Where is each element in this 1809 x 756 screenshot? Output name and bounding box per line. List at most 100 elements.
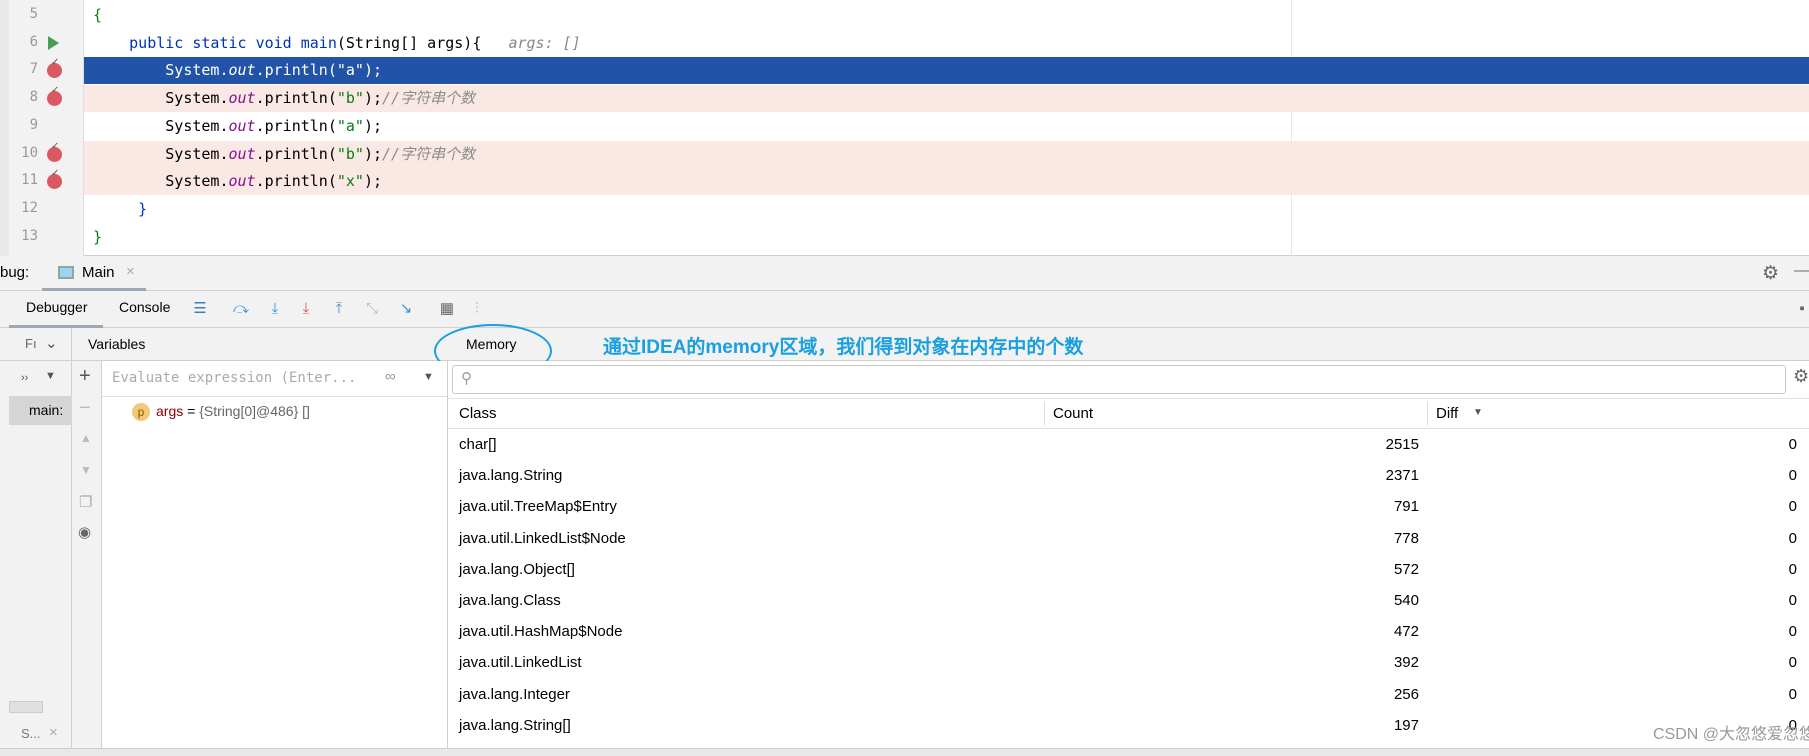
history-dropdown-icon[interactable]: ▼: [423, 371, 434, 383]
code-token: (String[] args){: [336, 33, 482, 52]
column-divider[interactable]: [1044, 401, 1045, 426]
breakpoint-icon[interactable]: [47, 85, 62, 107]
line-number: 9: [29, 116, 38, 133]
code-token: out: [228, 144, 256, 163]
table-row[interactable]: java.util.LinkedList$Node 778 0: [448, 523, 1809, 554]
table-row[interactable]: char[] 2515 0: [448, 429, 1809, 460]
step-out-icon[interactable]: ⤒: [329, 299, 349, 319]
code-token: args: []: [481, 33, 581, 52]
code-line[interactable]: System.out.println("x");: [84, 168, 1809, 196]
diff-cell: 0: [1788, 498, 1797, 516]
diff-cell: 0: [1788, 654, 1797, 672]
drop-frame-icon[interactable]: ⤡: [362, 299, 382, 319]
force-step-into-icon[interactable]: ⤓: [296, 299, 316, 319]
gear-icon[interactable]: ⚙: [1762, 262, 1779, 285]
arrow-up-icon[interactable]: ▲: [80, 431, 92, 445]
code-token: {: [93, 6, 103, 24]
debug-tab-bar: bug: Main × ⚙ —: [0, 256, 1809, 291]
table-row[interactable]: java.lang.Object[] 572 0: [448, 554, 1809, 585]
minimize-icon[interactable]: —: [1794, 262, 1809, 279]
table-row[interactable]: java.lang.Integer 256 0: [448, 679, 1809, 710]
table-row[interactable]: java.lang.String 2371 0: [448, 460, 1809, 491]
eval-placeholder: Evaluate expression (Enter...: [112, 370, 357, 386]
code-token: }: [93, 199, 148, 218]
code-editor[interactable]: 5 {6 public static void main(String[] ar…: [0, 0, 1809, 256]
column-diff[interactable]: Diff: [1436, 405, 1458, 422]
trace-icon[interactable]: ⫶: [467, 299, 487, 319]
layout-icon[interactable]: ☰: [190, 299, 210, 319]
minus-icon[interactable]: −: [79, 397, 91, 420]
count-cell: 197: [1393, 716, 1419, 734]
evaluate-calculator-icon[interactable]: ▦: [437, 299, 457, 319]
code-token: .println(: [255, 172, 337, 191]
debugger-toolbar: Debugger Console ☰ ⤼ ⤓ ⤓ ⤒ ⤡ ↘ ▦ ⫶ ▪: [0, 291, 1809, 328]
evaluate-expression-input[interactable]: Evaluate expression (Enter... ∞ ▼: [102, 361, 447, 397]
line-number: 8: [29, 89, 38, 106]
tab-debugger[interactable]: Debugger: [26, 299, 88, 315]
table-row[interactable]: java.lang.String[] 197 0: [448, 710, 1809, 741]
window-icon: [58, 266, 74, 279]
code-line[interactable]: System.out.println("b");//字符串个数: [84, 140, 1809, 168]
code-line[interactable]: System.out.println("b");//字符串个数: [84, 85, 1809, 113]
class-cell: java.lang.String: [459, 467, 563, 485]
code-token: main: [300, 33, 337, 52]
table-row[interactable]: java.util.HashMap$Node 472 0: [448, 616, 1809, 647]
column-divider[interactable]: [1427, 401, 1428, 426]
breakpoint-icon[interactable]: [47, 141, 62, 162]
memory-search-input[interactable]: ⚲: [452, 365, 1786, 394]
scrollbar[interactable]: [9, 701, 43, 713]
debug-label: bug:: [0, 264, 30, 281]
line-number: 7: [29, 61, 38, 78]
more-icon[interactable]: ››: [21, 372, 28, 384]
table-row[interactable]: java.util.TreeMap$Entry 791 0: [448, 491, 1809, 522]
close-icon[interactable]: ×: [126, 263, 135, 280]
diff-cell: 0: [1788, 560, 1797, 578]
code-token: );: [363, 116, 383, 135]
table-row[interactable]: java.util.LinkedList 392 0: [448, 647, 1809, 678]
line-number: 12: [21, 199, 38, 216]
code-line[interactable]: }: [84, 224, 1809, 251]
close-icon[interactable]: ×: [49, 724, 58, 741]
table-row[interactable]: java.lang.Class 540 0: [448, 585, 1809, 616]
code-line[interactable]: }: [84, 196, 1809, 223]
code-token: out: [228, 61, 256, 80]
tab-console[interactable]: Console: [119, 299, 170, 315]
run-icon[interactable]: [48, 35, 59, 50]
arrow-down-icon[interactable]: ▼: [80, 463, 92, 477]
count-cell: 572: [1393, 560, 1419, 578]
frames-bottom-tab[interactable]: S...: [21, 726, 41, 741]
code-line[interactable]: public static void main(String[] args){ …: [84, 30, 1809, 57]
glasses-icon[interactable]: ∞: [385, 368, 396, 385]
sort-desc-icon[interactable]: ▼: [1473, 407, 1483, 418]
frame-label: main:: [29, 402, 64, 418]
column-count[interactable]: Count: [1053, 405, 1093, 422]
table-header: Class Count Diff ▼: [448, 398, 1809, 429]
run-to-cursor-icon[interactable]: ↘: [396, 299, 416, 319]
code-token: System.: [93, 89, 229, 108]
dropdown-icon[interactable]: ▼: [45, 370, 56, 382]
code-token: public static void: [93, 33, 301, 52]
column-class[interactable]: Class: [459, 405, 497, 422]
count-cell: 392: [1393, 654, 1419, 672]
step-over-icon[interactable]: ⤼: [231, 299, 251, 319]
code-token: System.: [93, 144, 229, 163]
class-cell: char[]: [459, 436, 497, 453]
step-into-icon[interactable]: ⤓: [265, 299, 285, 319]
layout-grid-icon[interactable]: ▪: [1792, 299, 1809, 319]
code-token: out: [228, 116, 256, 135]
plus-icon[interactable]: +: [79, 365, 91, 388]
code-token: //字符串个数: [382, 144, 476, 163]
session-tab-label: Main: [82, 264, 115, 281]
code-line[interactable]: System.out.println("a");: [84, 113, 1809, 140]
code-token: out: [228, 172, 256, 191]
code-line[interactable]: {: [84, 2, 1809, 29]
code-token: "b": [336, 89, 364, 108]
session-tab-main[interactable]: Main ×: [42, 256, 146, 291]
eye-icon[interactable]: ◉: [78, 523, 91, 541]
code-token: "a": [336, 116, 364, 135]
code-line[interactable]: System.out.println("a");: [84, 57, 1809, 85]
settings-gear-icon[interactable]: ⚙: [1793, 366, 1809, 387]
copy-icon[interactable]: ❐: [79, 493, 92, 511]
line-number: 5: [29, 6, 38, 22]
frame-item[interactable]: main:: [9, 396, 72, 425]
